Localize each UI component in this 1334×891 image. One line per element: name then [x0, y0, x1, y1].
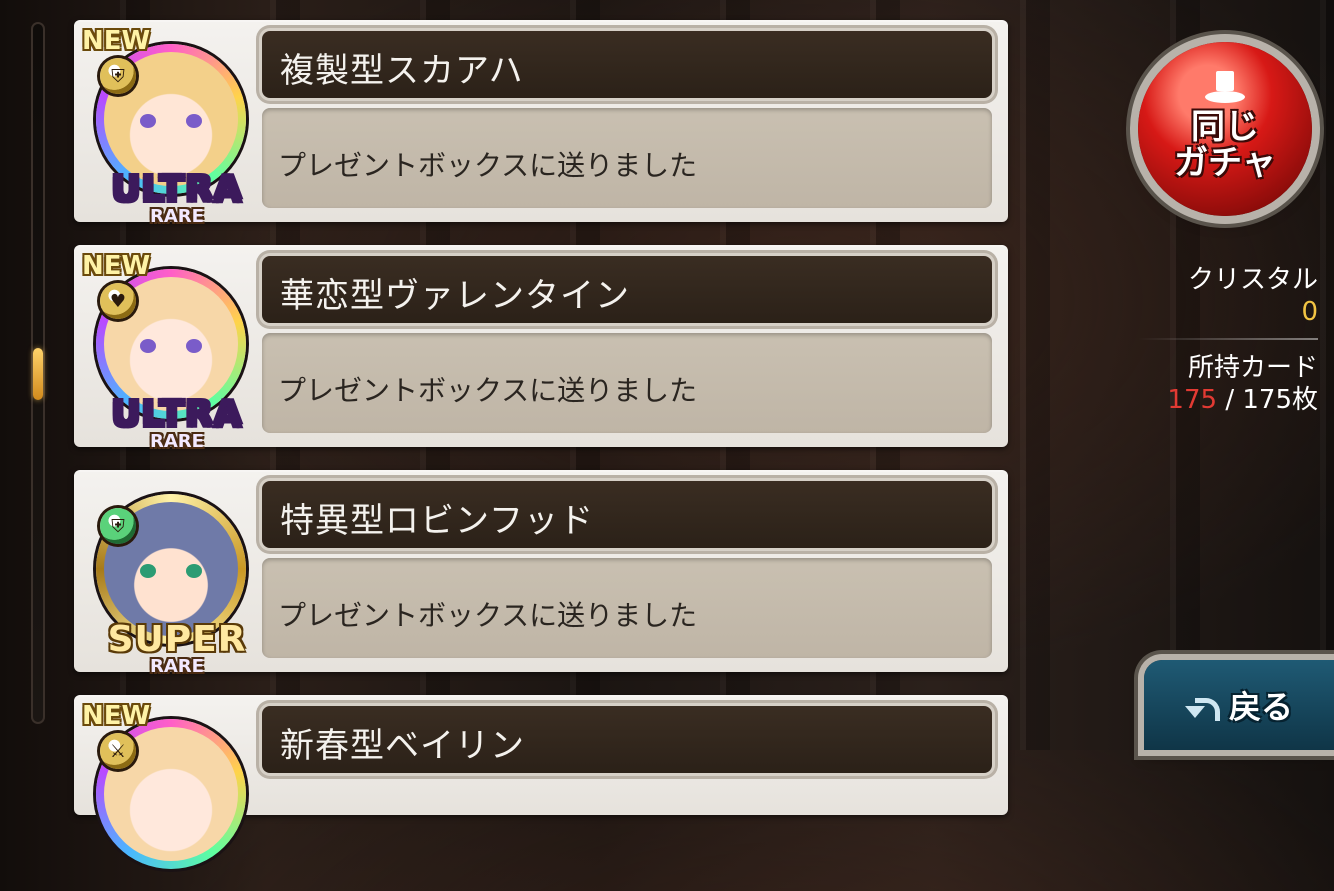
result-card: ⛨ SUPER RARE 特異型ロビンフッド プレゼントボックスに送りました — [74, 470, 1008, 676]
message-text: プレゼントボックスに送りました — [278, 599, 698, 632]
cards-total: 175枚 — [1242, 385, 1318, 415]
portrait-eyes — [140, 339, 202, 353]
rarity-bottom: RARE — [150, 431, 204, 452]
card-name-bar: 複製型スカアハ — [262, 31, 992, 98]
rarity-label: SUPER RARE — [84, 622, 270, 676]
shield-icon: ⛨ — [100, 58, 136, 94]
result-card: NEW ♥ ULTRA RARE 華恋型ヴァレンタイン プレゼントボックスに送り… — [74, 245, 1008, 451]
rarity-label: ULTRA RARE — [84, 172, 270, 226]
character-portrait: NEW ♥ ULTRA RARE — [82, 251, 262, 451]
sword-icon: ⚔ — [100, 733, 136, 769]
scrollbar-track[interactable] — [31, 22, 45, 724]
message-box: プレゼントボックスに送りました — [262, 558, 992, 658]
result-card: NEW ⚔ 新春型ベイリン — [74, 695, 1008, 869]
back-button-label: 戻る — [1228, 688, 1293, 726]
new-badge: NEW — [82, 26, 151, 56]
portrait-eyes — [140, 114, 202, 128]
hat-icon — [1205, 71, 1245, 105]
same-gacha-line1: 同じ — [1191, 107, 1259, 147]
card-name: 特異型ロビンフッド — [280, 501, 594, 541]
new-badge: NEW — [82, 701, 151, 731]
shield-icon: ⛨ — [100, 508, 136, 544]
same-gacha-line2: ガチャ — [1174, 143, 1276, 183]
new-badge: NEW — [82, 251, 151, 281]
portrait-eyes — [140, 564, 202, 578]
message-text: プレゼントボックスに送りました — [278, 149, 698, 182]
rarity-bottom: RARE — [150, 206, 204, 227]
cards-count: 175 / 175枚 — [1138, 384, 1318, 416]
cards-separator: / — [1217, 385, 1243, 415]
rarity-top: ULTRA — [84, 172, 270, 208]
rarity-label: ULTRA RARE — [84, 397, 270, 451]
cards-current: 175 — [1167, 385, 1218, 415]
character-portrait: ⛨ SUPER RARE — [82, 476, 262, 676]
card-name: 新春型ベイリン — [280, 726, 525, 766]
back-button[interactable]: 戻る — [1144, 660, 1334, 750]
card-name-bar: 特異型ロビンフッド — [262, 481, 992, 548]
same-gacha-button[interactable]: 同じ ガチャ — [1138, 42, 1312, 216]
card-name: 華恋型ヴァレンタイン — [280, 276, 630, 316]
card-name-bar: 華恋型ヴァレンタイン — [262, 256, 992, 323]
return-arrow-icon — [1184, 688, 1220, 722]
message-text: プレゼントボックスに送りました — [278, 374, 698, 407]
message-box: プレゼントボックスに送りました — [262, 333, 992, 433]
message-box: プレゼントボックスに送りました — [262, 108, 992, 208]
divider — [1138, 338, 1318, 340]
rarity-top: ULTRA — [84, 397, 270, 433]
card-name-bar: 新春型ベイリン — [262, 706, 992, 773]
heart-icon: ♥ — [100, 283, 136, 319]
result-card: NEW ⛨ ULTRA RARE 複製型スカアハ プレゼントボックスに送りました — [74, 20, 1008, 226]
cards-label: 所持カード — [1187, 353, 1318, 383]
character-portrait: NEW ⚔ — [82, 701, 262, 891]
rarity-bottom: RARE — [150, 656, 204, 677]
crystal-value: 0 — [1301, 297, 1318, 327]
scrollbar-thumb[interactable] — [33, 348, 43, 400]
status-panel: クリスタル 0 所持カード 175 / 175枚 — [1138, 264, 1318, 416]
character-portrait: NEW ⛨ ULTRA RARE — [82, 26, 262, 226]
rarity-top: SUPER — [107, 619, 247, 660]
crystal-label: クリスタル — [1187, 265, 1318, 295]
card-name: 複製型スカアハ — [280, 51, 524, 91]
